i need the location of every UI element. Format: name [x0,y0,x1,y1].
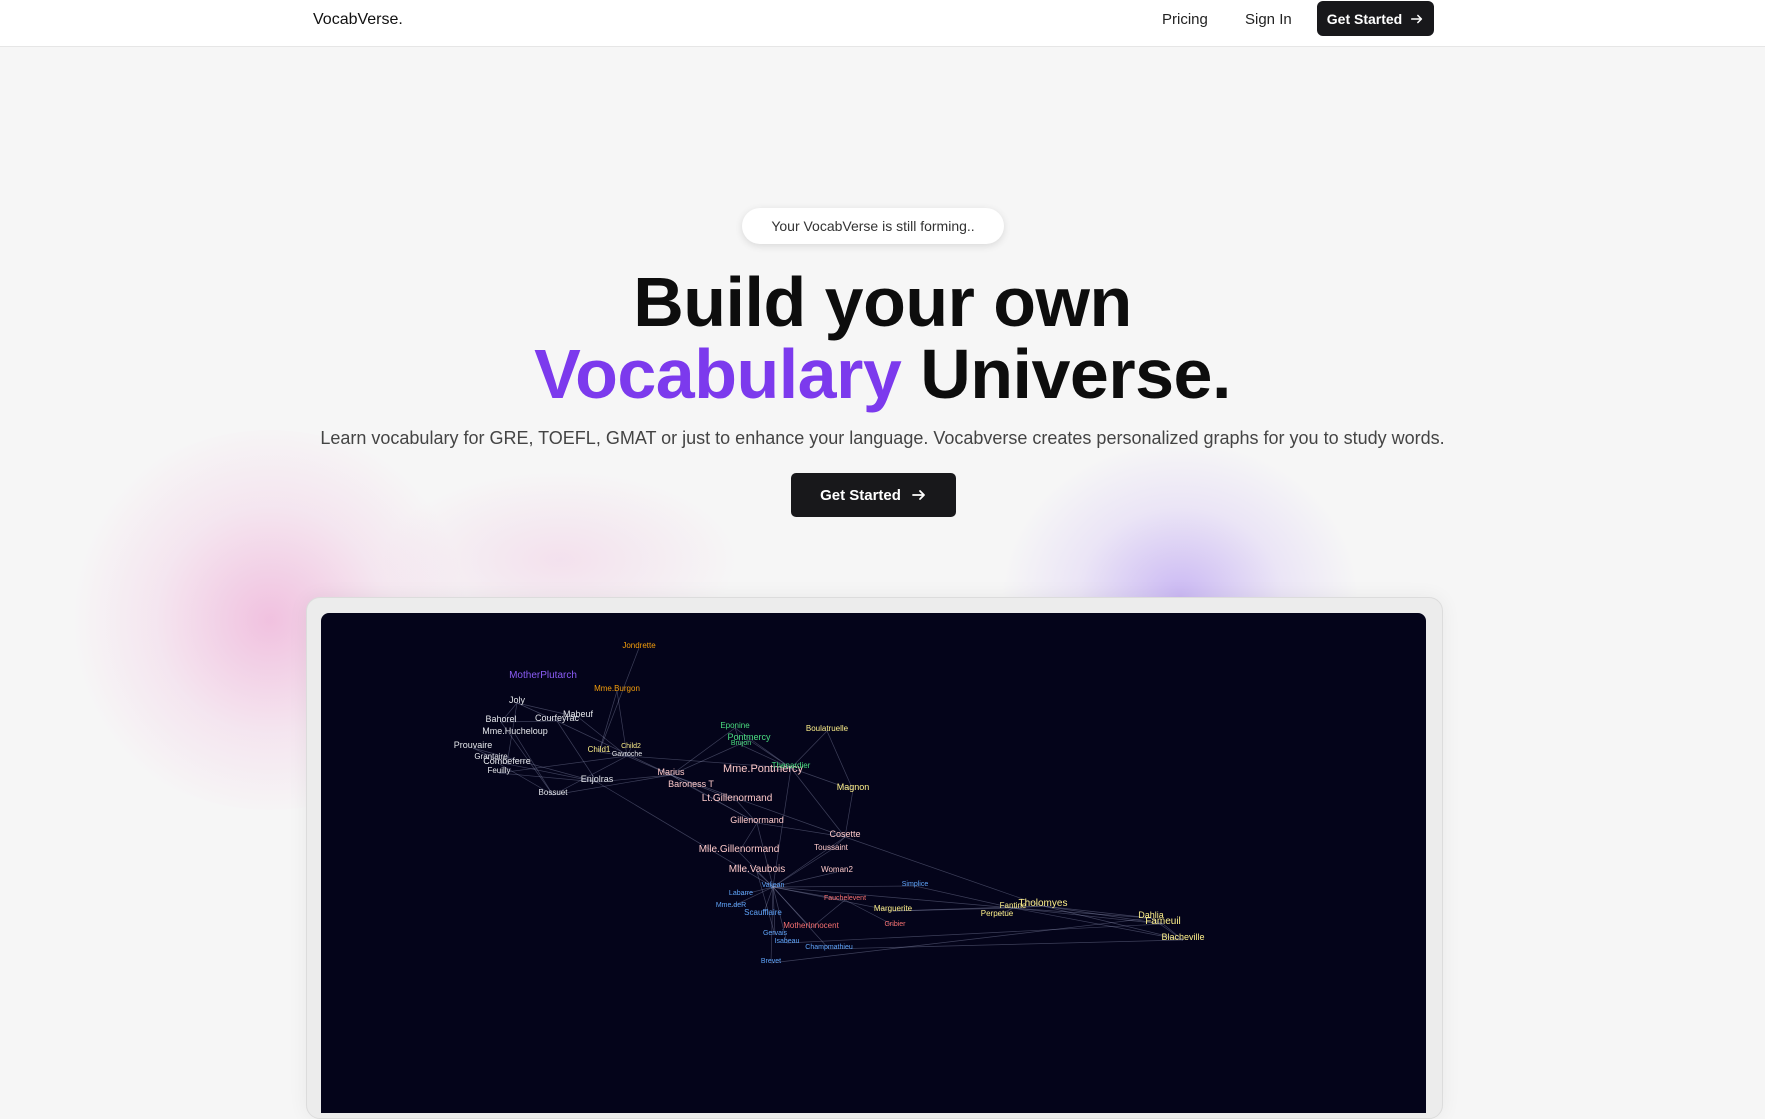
graph-node-label[interactable]: Labarre [729,890,753,897]
graph-node-label[interactable]: Jondrette [622,641,656,650]
graph-node-label[interactable]: Marius [657,767,685,777]
hero-title-rest: Universe. [920,335,1231,413]
graph-node-label[interactable]: Fameuil [1145,916,1181,927]
arrow-right-icon [912,490,925,500]
graph-node-label[interactable]: Mme.deR [716,902,746,909]
hero-title-line2: Vocabulary Universe. [0,337,1765,411]
graph-node-label[interactable]: Child1 [588,745,611,754]
status-badge: Your VocabVerse is still forming.. [742,208,1004,244]
graph-node-label[interactable]: Cosette [829,829,860,839]
graph-node-label[interactable]: Gervais [763,930,788,937]
graph-node-label[interactable]: Mme.Burgon [594,684,640,693]
graph-node-label[interactable]: Baroness T [668,779,714,789]
logo[interactable]: VocabVerse. [313,11,403,29]
hero-title-accent: Vocabulary [534,335,902,413]
graph-node-label[interactable]: Simplice [902,881,929,888]
graph-node-label[interactable]: Mme.Hucheloup [482,726,548,736]
graph-edge [786,923,1164,944]
graph-node-label[interactable]: Prouvaire [454,740,493,750]
graph-edge [790,767,846,838]
graph-node-label[interactable]: Bossuet [539,788,569,797]
graph-node-label[interactable]: Child2 [621,743,641,750]
graph-node-label[interactable]: Magnon [837,782,870,792]
nav-get-started-button[interactable]: Get Started [1317,1,1434,36]
top-navbar: VocabVerse. Pricing Sign In Get Started [0,0,1765,47]
nav-link-sign-in[interactable]: Sign In [1245,11,1292,28]
graph-node-label[interactable]: Mlle.Gillenormand [699,844,780,855]
graph-node-label[interactable]: Bahorel [485,714,516,724]
hero-subtitle: Learn vocabulary for GRE, TOEFL, GMAT or… [320,428,1445,448]
graph-node-label[interactable]: MotherInnocent [783,921,839,930]
graph-node-label[interactable]: Lt.Gillenormand [702,793,773,804]
graph-edge [828,939,1184,950]
graph-node-label[interactable]: Gavroche [612,751,642,758]
graph-node-label[interactable]: Mabeuf [563,709,594,719]
graph-node-label[interactable]: Scaufflaire [744,908,782,917]
graph-node-label[interactable]: Marguerite [874,904,913,913]
graph-node-label[interactable]: Blacheville [1161,932,1204,942]
graph-node-label[interactable]: Fauchelevent [824,895,866,902]
graph-node-label[interactable]: Mlle.Vaubois [729,864,786,875]
graph-node-label[interactable]: Woman2 [821,865,853,874]
graph-edge [914,885,1014,909]
graph-edge [1012,907,1152,919]
graph-edge [772,885,916,888]
hero-get-started-label: Get Started [820,486,901,504]
graph-node-label[interactable]: Combeferre [483,756,531,766]
graph-node-label[interactable]: Feuilly [487,766,510,775]
graph-edges [472,647,1184,964]
graph-node-label[interactable]: Boulatruelle [806,724,849,733]
graph-edge [556,720,672,776]
arrow-right-icon [1411,14,1423,23]
graph-node-label[interactable]: Gribier [884,921,906,928]
graph-node-label[interactable]: MotherPlutarch [509,670,577,681]
graph-edge [598,647,640,753]
graph-node-label[interactable]: Toussaint [814,843,849,852]
graph-edge [598,690,618,753]
graph-canvas[interactable]: Jondrette MotherPlutarch Mme.Burgon Joly Bah… [321,613,1426,1113]
graph-node-label[interactable]: Joly [509,695,526,705]
graph-node-label[interactable]: Brevet [761,958,781,965]
vocabulary-graph[interactable]: Jondrette MotherPlutarch Mme.Burgon Joly Bah… [321,613,1426,1113]
nav-get-started-label: Get Started [1326,10,1403,27]
graph-edge [756,822,774,888]
hero-title-line1: Build your own [633,263,1132,341]
graph-node-label[interactable]: Champmathieu [805,944,853,951]
graph-node-label[interactable]: Isabeau [775,938,800,945]
graph-node-label[interactable]: Valjean [762,882,785,889]
graph-node-label[interactable]: Thenardier [772,761,811,770]
graph-node-label[interactable]: Gillenormand [730,815,784,825]
graph-node-label[interactable]: Eponine [720,721,750,730]
graph-node-label[interactable]: Enjolras [581,774,614,784]
nav-link-pricing[interactable]: Pricing [1162,11,1208,28]
graph-node-label[interactable]: Brujon [731,740,751,747]
hero-get-started-button[interactable]: Get Started [791,473,956,517]
graph-node-label[interactable]: Tholomyes [1019,898,1068,909]
graph-node-label[interactable]: Perpetue [981,909,1014,918]
